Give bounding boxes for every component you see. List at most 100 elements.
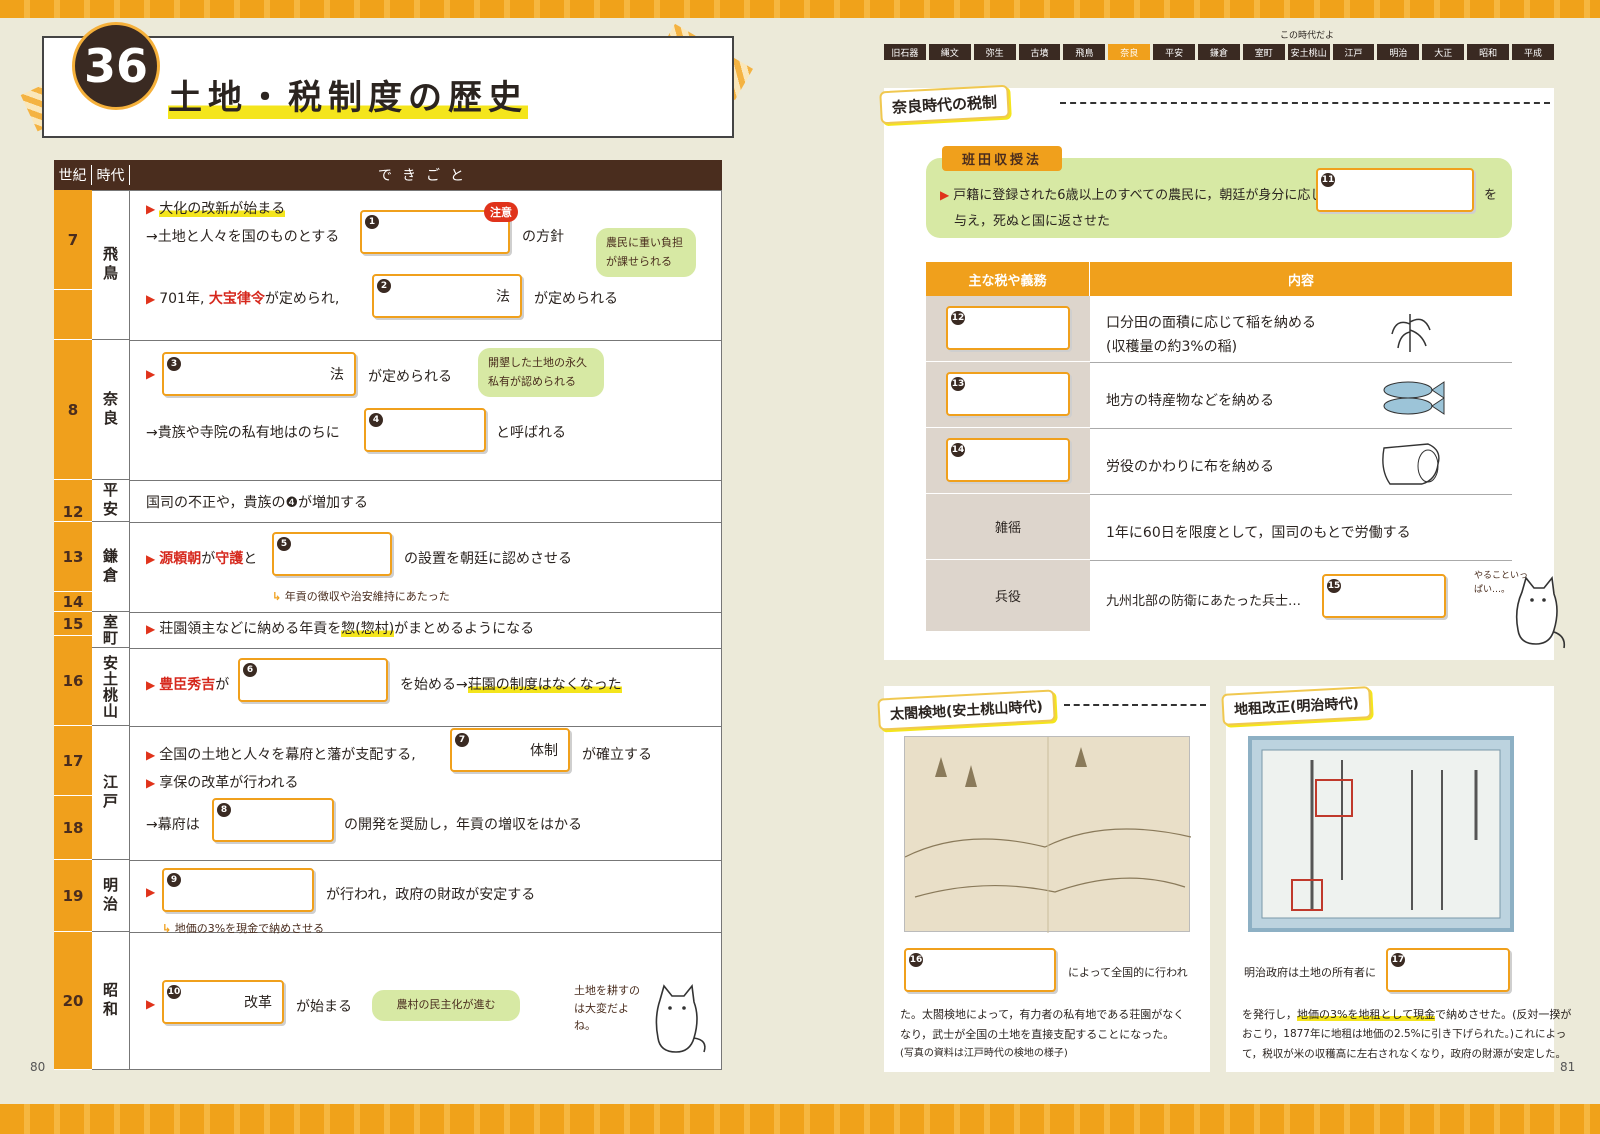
chapter-number-badge: 36 xyxy=(72,22,160,110)
dashed-divider xyxy=(1064,704,1206,706)
event-shoen-suffix: と呼ばれる xyxy=(496,425,566,441)
era-item: 明治 xyxy=(1377,44,1420,60)
chiso-text: おこり，1877年に地租は地価の2.5%に引き下げられた。)これによっ xyxy=(1242,1028,1567,1040)
period-cell: 鎌倉 xyxy=(92,522,130,612)
era-item: 大正 xyxy=(1422,44,1465,60)
triangle-bullet-icon: ▶ xyxy=(146,885,156,899)
period-cell: 安土桃山 xyxy=(92,648,130,726)
chiso-text: て，税収が米の収穫高に左右されなくなり，政府の財源が安定した。 xyxy=(1242,1048,1567,1060)
row-divider xyxy=(1090,428,1512,429)
row-divider xyxy=(130,860,722,861)
era-item: 飛鳥 xyxy=(1063,44,1106,60)
warning-badge: 注意 xyxy=(484,202,518,222)
page-number: 80 xyxy=(30,1060,46,1074)
answer-box-9[interactable]: 9 xyxy=(162,868,314,912)
bubble-note: 農村の民主化が進む xyxy=(372,990,520,1021)
tax-content: 労役のかわりに布を納める xyxy=(1106,459,1274,475)
triangle-bullet-icon: ▶ xyxy=(146,678,156,692)
era-item: 昭和 xyxy=(1467,44,1510,60)
top-border-stripe xyxy=(0,0,1600,18)
era-timeline: 旧石器 縄文 弥生 古墳 飛鳥 奈良 平安 鎌倉 室町 安土桃山 江戸 明治 大… xyxy=(884,44,1554,60)
event-taika-policy: →土地と人々を国のものとする xyxy=(146,229,340,245)
bottom-border-stripe xyxy=(0,1104,1600,1134)
period-cell: 平安 xyxy=(92,480,130,522)
event-shoen: →貴族や寺院の私有地はのちに xyxy=(146,425,340,441)
triangle-bullet-icon: ▶ xyxy=(146,552,156,566)
page-number: 81 xyxy=(1560,1060,1576,1074)
row-divider xyxy=(130,522,722,523)
tax-name-cell: 兵役 xyxy=(926,560,1090,632)
era-item: 古墳 xyxy=(1018,44,1061,60)
period-cell: 江戸 xyxy=(92,726,130,860)
answer-box-4[interactable]: 4 xyxy=(364,408,486,452)
tax-content-sub: (収穫量の約3%の稲) xyxy=(1106,339,1238,355)
period-cell: 室町 xyxy=(92,612,130,648)
taiko-text: た。太閤検地によって，有力者の私有地である荘園がなく xyxy=(900,1008,1185,1021)
answer-box-13[interactable]: 13 xyxy=(946,372,1070,416)
answer-box-12[interactable]: 12 xyxy=(946,306,1070,350)
answer-box-7[interactable]: 7 体制 xyxy=(450,728,570,772)
triangle-bullet-icon: ▶ xyxy=(940,188,950,202)
event-shinden: →幕府は xyxy=(146,817,200,833)
triangle-bullet-icon: ▶ xyxy=(146,748,156,762)
answer-box-15[interactable]: 15 xyxy=(1322,574,1446,618)
survey-painting-image xyxy=(904,736,1192,933)
event-hideyoshi: ▶ 豊臣秀吉が xyxy=(146,677,230,693)
answer-box-17[interactable]: 17 xyxy=(1386,948,1510,992)
era-item-current: 奈良 xyxy=(1108,44,1151,60)
event-taika: ▶ 大化の改新が始まる xyxy=(146,201,286,217)
era-item: 安土桃山 xyxy=(1287,44,1330,60)
rice-plant-icon xyxy=(1391,314,1431,352)
period-cell: 飛鳥 xyxy=(92,190,130,340)
tax-content: 1年に60日を限度として，国司のもとで労働する xyxy=(1106,525,1411,541)
chiso-text: を発行し，地価の3%を地租として現金で納めさせた。(反対一揆が xyxy=(1242,1008,1572,1021)
century-cell: 17 xyxy=(54,726,92,796)
century-cell: 13 xyxy=(54,522,92,592)
event-kamakura-suffix: の設置を朝廷に認めさせる xyxy=(404,551,572,567)
bubble-note: 開墾した土地の永久私有が認められる xyxy=(478,348,604,398)
row-divider xyxy=(130,648,722,649)
cloth-roll-icon xyxy=(1382,443,1440,485)
answer-box-14[interactable]: 14 xyxy=(946,438,1070,482)
answer-box-8[interactable]: 8 xyxy=(212,798,334,842)
header-events: できごと xyxy=(378,168,474,184)
row-divider xyxy=(130,340,722,341)
era-item: 旧石器 xyxy=(884,44,926,60)
answer-box-16[interactable]: 16 xyxy=(904,948,1056,992)
cat-comment: 土地を耕すのは大変だよね。 xyxy=(574,984,640,1033)
era-item: 弥生 xyxy=(973,44,1016,60)
answer-box-6[interactable]: 6 xyxy=(238,658,388,702)
century-cell xyxy=(54,290,92,340)
event-taiho-suffix: が定められる xyxy=(534,291,618,307)
answer-box-3[interactable]: 3法 xyxy=(162,352,356,396)
answer-box-5[interactable]: 5 xyxy=(272,532,392,576)
period-cell: 明治 xyxy=(92,860,130,932)
tax-content: 地方の特産物などを納める xyxy=(1106,393,1274,409)
event-taika-policy-suffix: の方針 xyxy=(522,229,564,245)
event-showa-suffix: が始まる xyxy=(296,999,352,1015)
century-cell: 15 xyxy=(54,612,92,636)
answer-box-11[interactable]: 11 xyxy=(1316,168,1474,212)
event-meiji-suffix: が行われ，政府の財政が安定する xyxy=(326,887,536,903)
landscape-sketch-icon xyxy=(904,737,1192,933)
century-cell: 14 xyxy=(54,592,92,612)
answer-box-2[interactable]: 2法 xyxy=(372,274,522,318)
cat-illustration-icon xyxy=(655,984,706,1053)
tax-header-name: 主な税や義務 xyxy=(926,262,1090,296)
era-item: 平安 xyxy=(1153,44,1196,60)
triangle-bullet-icon: ▶ xyxy=(146,776,156,790)
handen-label: 班田収授法 xyxy=(942,146,1063,171)
century-cell: 20 xyxy=(54,932,92,1070)
cat-illustration-icon xyxy=(1515,576,1566,649)
row-divider xyxy=(1090,494,1512,495)
certificate-document-icon xyxy=(1261,749,1501,919)
tax-content: 九州北部の防衛にあたった兵士… xyxy=(1106,594,1302,609)
century-cell: 19 xyxy=(54,860,92,932)
answer-box-10[interactable]: 10 改革 xyxy=(162,980,284,1024)
century-cell: 8 xyxy=(54,340,92,480)
era-item: 鎌倉 xyxy=(1198,44,1240,60)
period-cell: 昭和 xyxy=(92,932,130,1070)
period-cell: 奈良 xyxy=(92,340,130,480)
event-hideyoshi-suffix: を始める→荘園の制度はなくなった xyxy=(400,677,622,693)
corner-arrow-icon: ↳ xyxy=(162,922,172,935)
